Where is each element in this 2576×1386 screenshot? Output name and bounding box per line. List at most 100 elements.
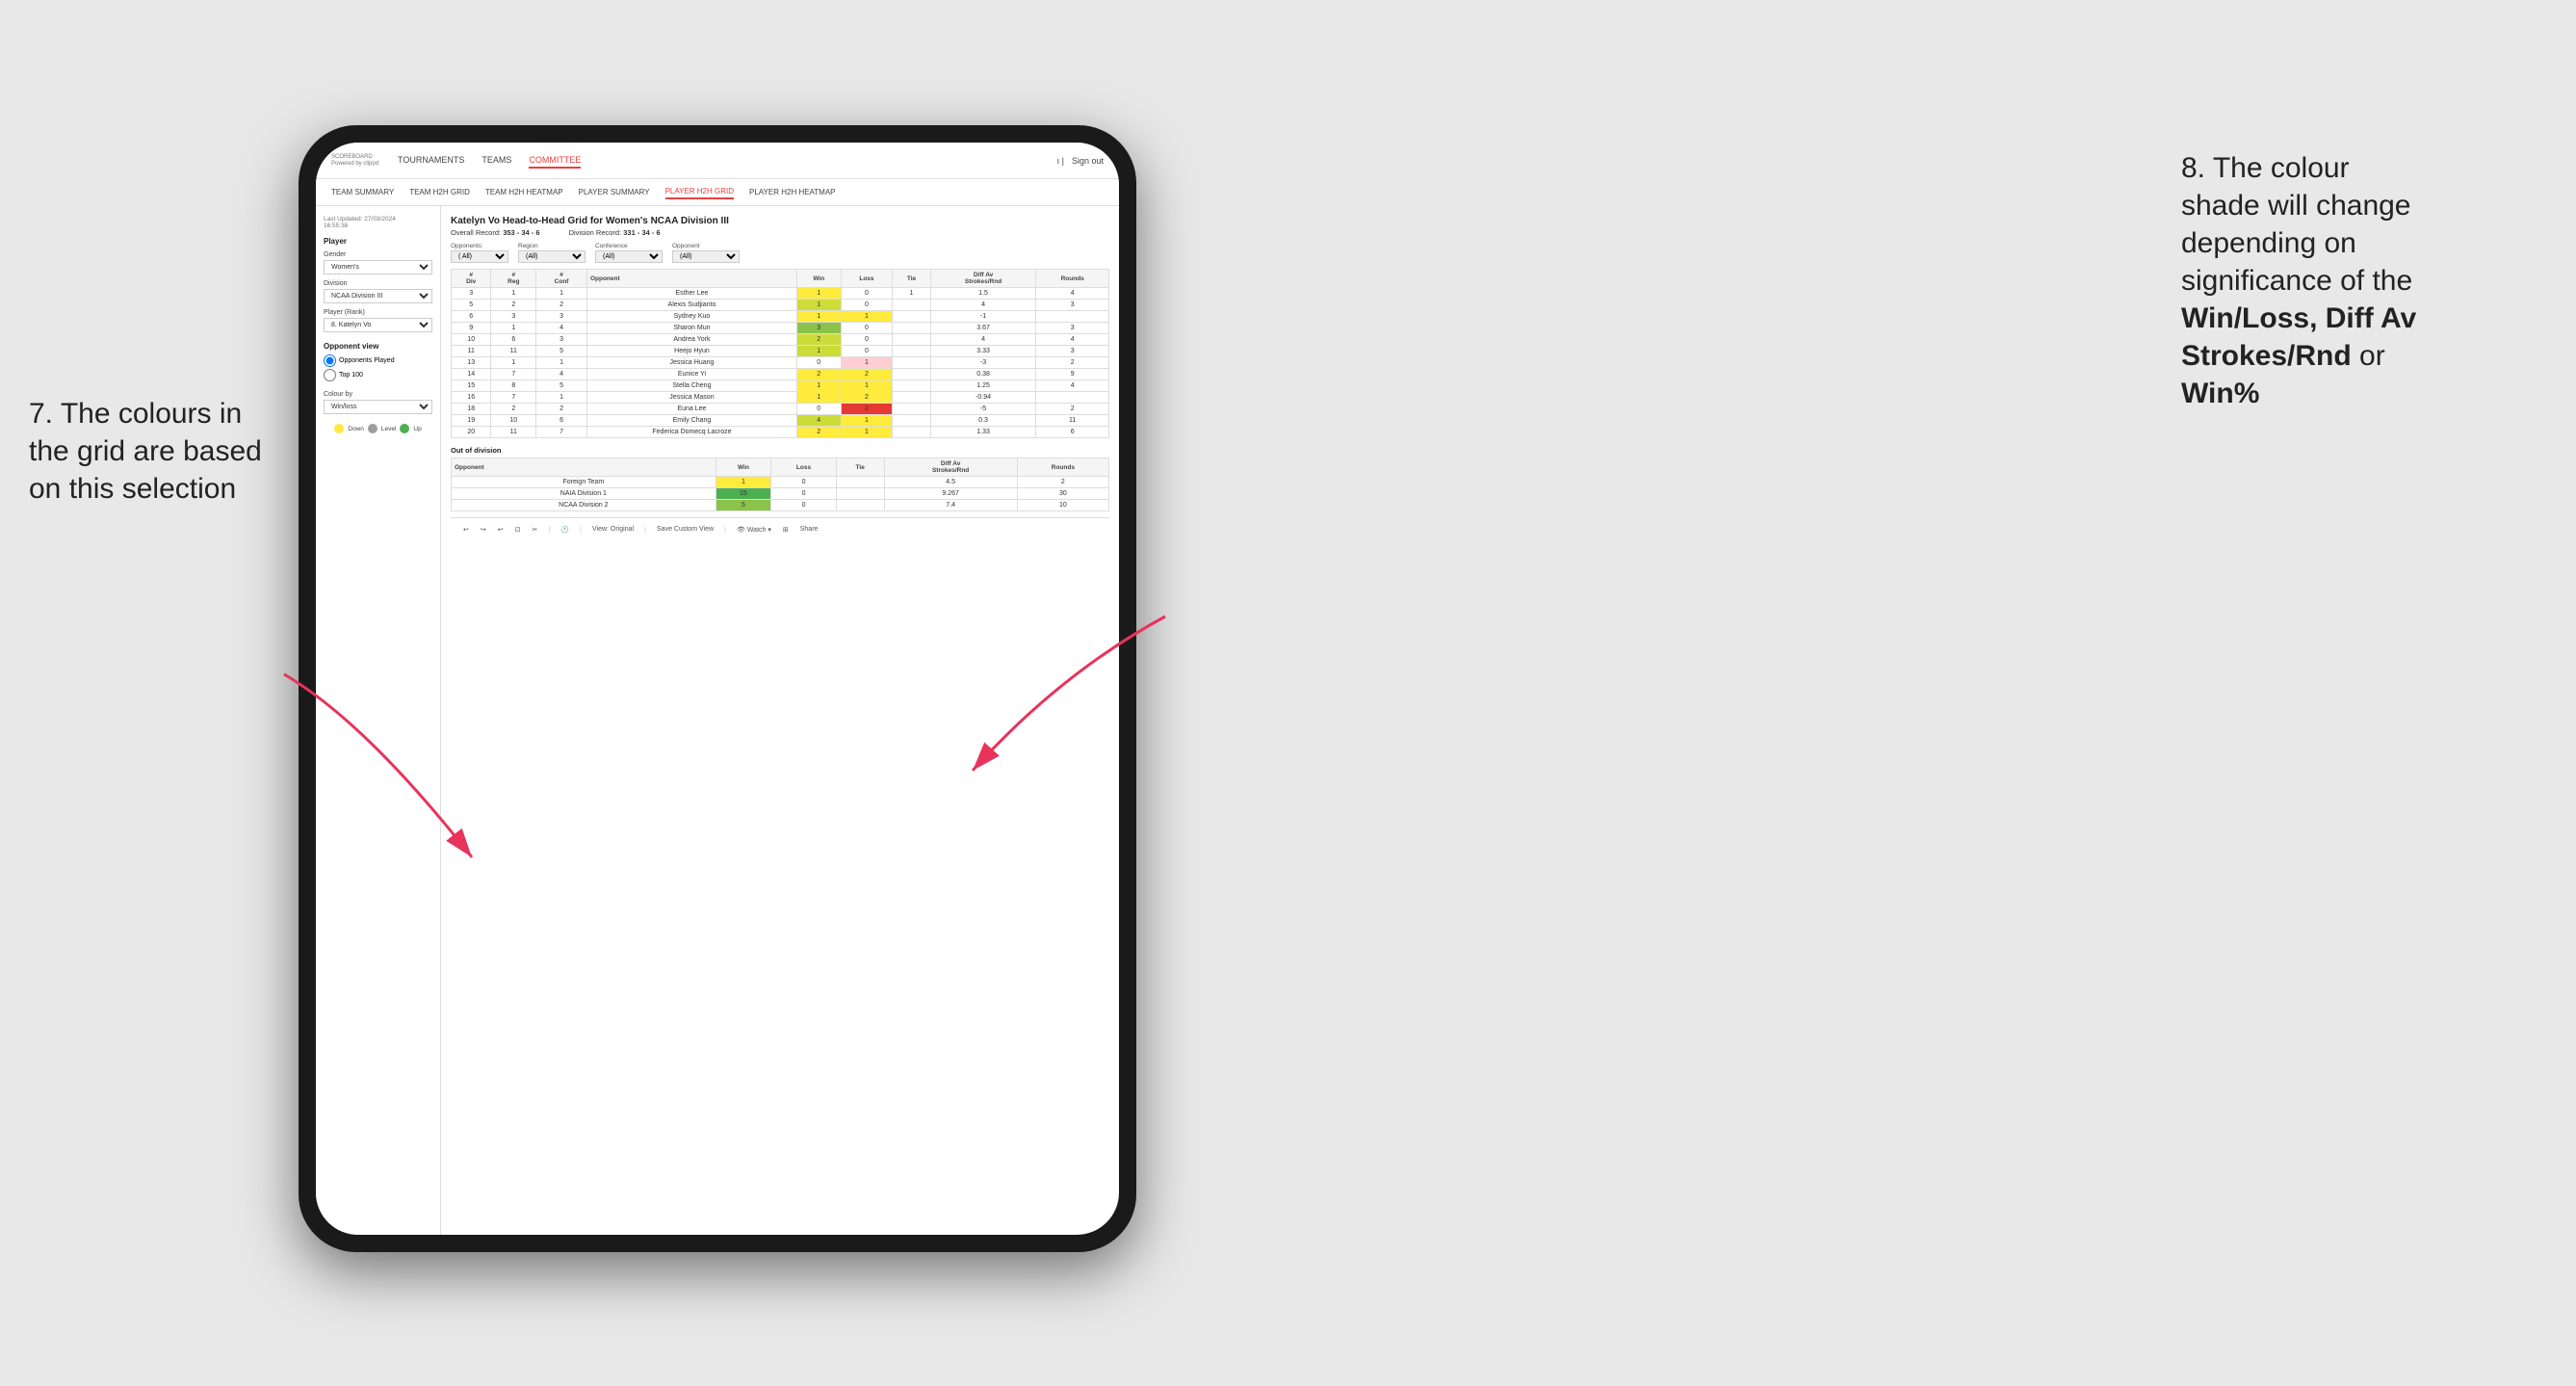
- nav-links: TOURNAMENTS TEAMS COMMITTEE: [398, 153, 1057, 169]
- right-content: Katelyn Vo Head-to-Head Grid for Women's…: [441, 206, 1119, 1235]
- table-row: NAIA Division 11509.26730: [452, 488, 1109, 500]
- tablet-frame: SCOREBOARD Powered by clippd TOURNAMENTS…: [299, 125, 1136, 1252]
- table-row: 20117Federica Domecq Lacroze211.336: [452, 427, 1109, 438]
- legend-row: Down Level Up: [334, 424, 421, 433]
- radio-top100[interactable]: Top 100: [324, 369, 432, 381]
- col-ood-rounds: Rounds: [1017, 458, 1108, 477]
- player-rank-select[interactable]: 8. Katelyn Vo: [324, 318, 432, 332]
- copy-btn[interactable]: ⊡: [512, 525, 524, 535]
- col-tie: Tie: [893, 270, 930, 288]
- main-data-table: #Div #Reg #Conf Opponent Win Loss Tie Di…: [451, 269, 1109, 438]
- annotation-right: 8. The colour shade will change dependin…: [2181, 149, 2547, 412]
- watch-btn[interactable]: 👁 Watch ▾: [734, 525, 774, 535]
- tab-team-summary[interactable]: TEAM SUMMARY: [331, 186, 394, 198]
- table-row: 19106Emily Chang410.311: [452, 415, 1109, 427]
- tablet-screen: SCOREBOARD Powered by clippd TOURNAMENTS…: [316, 143, 1119, 1235]
- col-ood-loss: Loss: [771, 458, 837, 477]
- table-row: 1671Jessica Mason12-0.94: [452, 392, 1109, 404]
- col-opponent: Opponent: [586, 270, 796, 288]
- legend-up-label: Up: [413, 426, 421, 432]
- col-reg: #Reg: [491, 270, 536, 288]
- radio-opponents-played[interactable]: Opponents Played: [324, 354, 432, 367]
- table-row: 11115Heejo Hyun103.333: [452, 346, 1109, 357]
- save-custom-btn[interactable]: Save Custom View: [654, 525, 716, 534]
- sign-out-link[interactable]: Sign out: [1072, 156, 1104, 166]
- opponent-view-label: Opponent view: [324, 342, 432, 351]
- col-diff: Diff AvStrokes/Rnd: [930, 270, 1036, 288]
- table-row: 914Sharon Mun303.673: [452, 323, 1109, 334]
- gender-label: Gender: [324, 251, 432, 258]
- nav-teams[interactable]: TEAMS: [481, 153, 511, 169]
- region-select[interactable]: (All): [518, 250, 585, 263]
- filter-opponents: Opponents: ( All): [451, 243, 508, 263]
- tablet-inner: SCOREBOARD Powered by clippd TOURNAMENTS…: [316, 143, 1119, 1235]
- player-rank-label: Player (Rank): [324, 309, 432, 316]
- colour-by-label: Colour by: [324, 391, 432, 398]
- share-btn[interactable]: Share: [797, 525, 821, 534]
- record-row: Overall Record: 353 - 34 - 6 Division Re…: [451, 228, 1109, 237]
- tab-player-h2h-heatmap[interactable]: PLAYER H2H HEATMAP: [749, 186, 836, 198]
- colour-by-section: Colour by Win/loss: [324, 391, 432, 414]
- col-win: Win: [796, 270, 841, 288]
- legend-down-label: Down: [348, 426, 364, 432]
- nav-committee[interactable]: COMMITTEE: [529, 153, 581, 169]
- division-select[interactable]: NCAA Division III: [324, 289, 432, 303]
- last-updated: Last Updated: 27/03/2024 16:55:38: [324, 216, 432, 229]
- content-body: Last Updated: 27/03/2024 16:55:38 Player…: [316, 206, 1119, 1235]
- radio-group: Opponents Played Top 100: [324, 354, 432, 381]
- redo-btn[interactable]: ↪: [478, 525, 489, 535]
- col-ood-diff: Diff AvStrokes/Rnd: [884, 458, 1017, 477]
- conference-select[interactable]: (All): [595, 250, 663, 263]
- col-ood-opponent: Opponent: [452, 458, 716, 477]
- table-row: 1822Euna Lee02-52: [452, 404, 1109, 415]
- undo-btn[interactable]: ↩: [460, 525, 472, 535]
- col-rounds: Rounds: [1036, 270, 1109, 288]
- table-row: Foreign Team104.52: [452, 477, 1109, 488]
- table-row: 522Alexis Sudjianto1043: [452, 300, 1109, 311]
- table-row: 1585Stella Cheng111.254: [452, 380, 1109, 392]
- tab-player-summary[interactable]: PLAYER SUMMARY: [579, 186, 650, 198]
- gender-select[interactable]: Women's: [324, 260, 432, 275]
- table-row: NCAA Division 2507.410: [452, 500, 1109, 511]
- col-ood-tie: Tie: [836, 458, 884, 477]
- col-ood-win: Win: [716, 458, 771, 477]
- legend: Down Level Up: [324, 424, 432, 433]
- division-label: Division: [324, 280, 432, 287]
- legend-down-dot: [334, 424, 344, 433]
- opponent-select[interactable]: (All): [672, 250, 740, 263]
- colour-by-select[interactable]: Win/loss: [324, 400, 432, 414]
- player-section-title: Player: [324, 237, 432, 246]
- grid-title: Katelyn Vo Head-to-Head Grid for Women's…: [451, 216, 1109, 226]
- layout-btn[interactable]: ⊞: [780, 525, 792, 535]
- legend-level-dot: [368, 424, 377, 433]
- logo: SCOREBOARD Powered by clippd: [331, 154, 378, 167]
- tab-player-h2h-grid[interactable]: PLAYER H2H GRID: [665, 185, 734, 199]
- table-row: 633Sydney Kuo11-1: [452, 311, 1109, 323]
- opponents-select[interactable]: ( All): [451, 250, 508, 263]
- left-panel: Last Updated: 27/03/2024 16:55:38 Player…: [316, 206, 441, 1235]
- view-original-btn[interactable]: View: Original: [589, 525, 637, 534]
- clock-btn[interactable]: 🕐: [558, 525, 572, 535]
- sub-nav: TEAM SUMMARY TEAM H2H GRID TEAM H2H HEAT…: [316, 179, 1119, 206]
- filter-opponent: Opponent (All): [672, 243, 740, 263]
- out-of-division-table: Opponent Win Loss Tie Diff AvStrokes/Rnd…: [451, 458, 1109, 511]
- legend-level-label: Level: [381, 426, 397, 432]
- table-row: 1474Eunice Yi220.389: [452, 369, 1109, 380]
- table-row: 1311Jessica Huang01-32: [452, 357, 1109, 369]
- out-of-division-title: Out of division: [451, 446, 1109, 455]
- tab-team-h2h-grid[interactable]: TEAM H2H GRID: [409, 186, 470, 198]
- nav-tournaments[interactable]: TOURNAMENTS: [398, 153, 464, 169]
- table-row: 311Esther Lee1011.54: [452, 288, 1109, 300]
- filter-conference: Conference (All): [595, 243, 663, 263]
- filter-region: Region (All): [518, 243, 585, 263]
- table-row: 1063Andrea York2044: [452, 334, 1109, 346]
- tab-team-h2h-heatmap[interactable]: TEAM H2H HEATMAP: [485, 186, 563, 198]
- bottom-toolbar: ↩ ↪ ↩ ⊡ ✂ | 🕐 | View: Original | Save Cu…: [451, 517, 1109, 540]
- nav-right: ı | Sign out: [1057, 156, 1104, 166]
- col-loss: Loss: [841, 270, 893, 288]
- undo2-btn[interactable]: ↩: [495, 525, 507, 535]
- filter-row: Opponents: ( All) Region (All): [451, 243, 1109, 263]
- col-conf: #Conf: [536, 270, 587, 288]
- col-div: #Div: [452, 270, 491, 288]
- cut-btn[interactable]: ✂: [530, 525, 541, 535]
